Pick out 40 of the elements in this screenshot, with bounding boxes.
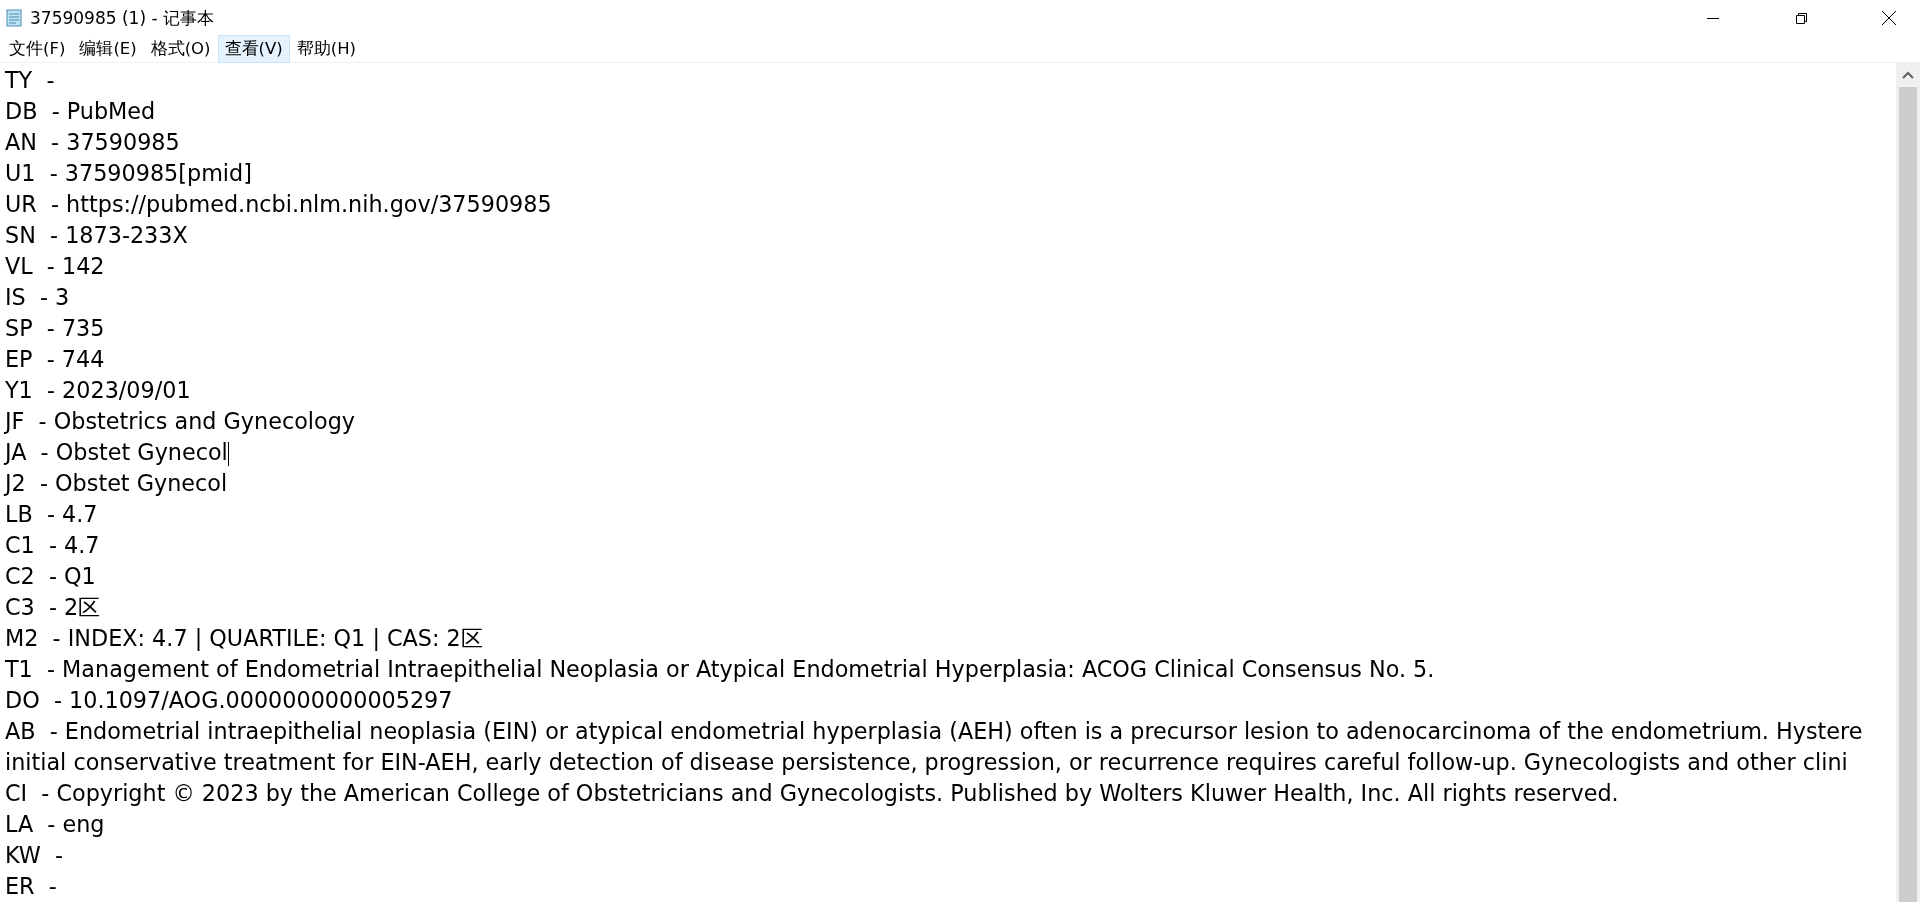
text-line: T1 - Management of Endometrial Intraepithelial Neoplasia or Atypical Endometrial Hyperplasia: ACOG Clinical Consensus No. 5.: [5, 656, 1435, 682]
menu-item[interactable]: 格式(O): [143, 35, 218, 63]
minimize-icon: [1707, 17, 1719, 19]
text-line: SP - 735: [5, 315, 105, 341]
text-line: C1 - 4.7: [5, 532, 100, 558]
text-line: VL - 142: [5, 253, 105, 279]
notepad-icon: [4, 8, 24, 28]
text-line: TY -: [5, 67, 55, 93]
text-line: DO - 10.1097/AOG.0000000000005297: [5, 687, 453, 713]
text-line: initial conservative treatment for EIN-AEH, early detection of disease persistence, progression, or recurrence requires careful follow-up. Gynecologists and other clini: [5, 749, 1848, 775]
scroll-up-icon[interactable]: [1902, 71, 1914, 79]
text-line: KW -: [5, 842, 64, 868]
close-icon: [1881, 10, 1897, 26]
text-line: SN - 1873-233X: [5, 222, 188, 248]
restore-icon: [1793, 10, 1809, 26]
text-line: C2 - Q1: [5, 563, 96, 589]
text-line: LB - 4.7: [5, 501, 98, 527]
text-line: M2 - INDEX: 4.7 | QUARTILE: Q1 | CAS: 2区: [5, 625, 483, 651]
menu-item[interactable]: 文件(F): [2, 35, 73, 63]
text-line: CI - Copyright © 2023 by the American College of Obstetricians and Gynecologists. Published by Wolters Kluwer Health, Inc. All rights reserved.: [5, 780, 1619, 806]
text-line: UR - https://pubmed.ncbi.nlm.nih.gov/37590985: [5, 191, 552, 217]
scroll-thumb[interactable]: [1899, 87, 1917, 902]
text-line: J2 - Obstet Gynecol: [5, 470, 228, 496]
text-line: IS - 3: [5, 284, 70, 310]
text-line: JF - Obstetrics and Gynecology: [5, 408, 355, 434]
text-line: DB - PubMed: [5, 98, 156, 124]
scrollbar[interactable]: [1896, 63, 1920, 902]
menu-item[interactable]: 帮助(H): [289, 35, 364, 63]
text-line: U1 - 37590985[pmid]: [5, 160, 252, 186]
menu-item[interactable]: 编辑(E): [72, 35, 144, 63]
text-line: AB - Endometrial intraepithelial neoplasia (EIN) or atypical endometrial hyperplasia (AEH) often is a precursor lesion to adenocarcinoma of the endometrium. Hystere: [5, 718, 1863, 744]
text-line: LA - eng: [5, 811, 105, 837]
window-title: 37590985 (1) - 记事本: [30, 6, 215, 30]
text-line: C3 - 2区: [5, 594, 101, 620]
text-line: JA - Obstet Gynecol: [5, 439, 228, 465]
text-line: AN - 37590985: [5, 129, 180, 155]
text-line: ER -: [5, 873, 57, 899]
menu-item[interactable]: 查看(V): [217, 35, 290, 63]
text-line: Y1 - 2023/09/01: [5, 377, 191, 403]
text-line: EP - 744: [5, 346, 105, 372]
